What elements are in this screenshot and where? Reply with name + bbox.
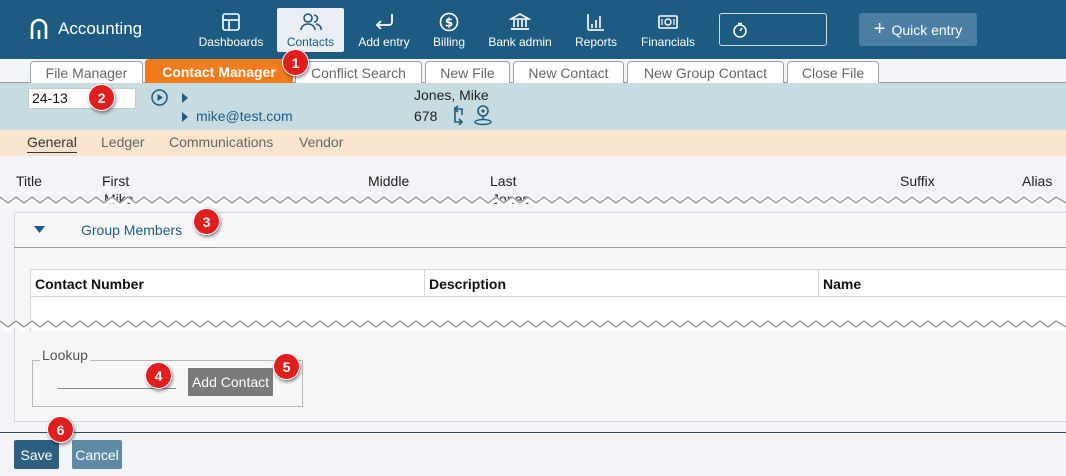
- break-line-bottom: [0, 319, 1066, 333]
- plus-icon: +: [873, 17, 886, 40]
- stopwatch-icon: [733, 22, 747, 38]
- email-arrow-icon[interactable]: [182, 112, 188, 122]
- top-nav-bar: Accounting Dashboards Contacts Add entry…: [0, 0, 1066, 59]
- nav-dashboards[interactable]: Dashboards: [196, 8, 266, 52]
- file-number-input[interactable]: 24-13: [28, 88, 136, 109]
- callout-badge: 2: [88, 84, 115, 111]
- app-logo-icon: [30, 18, 48, 39]
- nav-financials[interactable]: Financials: [638, 8, 698, 52]
- alias-label: Alias: [1022, 173, 1053, 189]
- nav-billing[interactable]: $ Billing: [428, 8, 470, 52]
- nav-contacts[interactable]: Contacts: [277, 8, 344, 52]
- tab-new-contact[interactable]: New Contact: [513, 61, 624, 83]
- contact-number: 678: [414, 108, 438, 124]
- bank-icon: [509, 11, 531, 33]
- play-icon[interactable]: [151, 89, 168, 106]
- contacts-icon: [299, 11, 322, 33]
- cancel-button[interactable]: Cancel: [72, 440, 122, 469]
- group-members-label[interactable]: Group Members: [81, 222, 182, 238]
- dollar-icon: $: [439, 11, 459, 33]
- callout-badge: 5: [273, 353, 300, 380]
- money-icon: [657, 11, 679, 33]
- collapse-caret-icon[interactable]: [34, 226, 45, 233]
- nav-bank-admin[interactable]: Bank admin: [485, 8, 555, 52]
- expand-arrow-icon[interactable]: [182, 93, 188, 103]
- subtab-communications[interactable]: Communications: [169, 134, 273, 152]
- subtab-ledger[interactable]: Ledger: [101, 134, 145, 152]
- footer-divider: [0, 432, 1066, 433]
- nav-add-entry-label: Add entry: [358, 35, 410, 49]
- group-members-grid-header: Contact Number Description Name: [30, 269, 1066, 297]
- nav-contacts-label: Contacts: [286, 35, 335, 49]
- subtab-vendor[interactable]: Vendor: [299, 134, 343, 152]
- callout-badge: 3: [193, 208, 220, 235]
- svg-text:$: $: [445, 16, 453, 30]
- timer-button[interactable]: [719, 13, 827, 46]
- tab-new-group-contact[interactable]: New Group Contact: [627, 61, 784, 83]
- nav-reports-label: Reports: [574, 35, 618, 49]
- subtab-general[interactable]: General: [27, 134, 77, 153]
- suffix-label: Suffix: [900, 173, 935, 189]
- nav-dashboards-label: Dashboards: [198, 35, 264, 49]
- callout-badge: 1: [282, 49, 309, 76]
- col-name[interactable]: Name: [819, 270, 1066, 297]
- panel-divider: [14, 247, 1066, 248]
- app-brand[interactable]: Accounting: [30, 18, 142, 40]
- tab-close-file[interactable]: Close File: [787, 61, 879, 83]
- tab-conflict-search[interactable]: Conflict Search: [295, 61, 422, 83]
- dashboard-icon: [221, 11, 241, 33]
- bar-chart-icon: [586, 11, 606, 33]
- first-label: First: [102, 173, 130, 189]
- contact-email[interactable]: mike@test.com: [196, 108, 293, 124]
- nav-reports[interactable]: Reports: [571, 8, 621, 52]
- break-line-top: [0, 195, 1066, 209]
- contact-header: 24-13 mike@test.com Jones, Mike 678: [0, 83, 1066, 130]
- add-contact-button[interactable]: Add Contact: [188, 368, 273, 396]
- nav-add-entry[interactable]: Add entry: [354, 8, 414, 52]
- callout-badge: 4: [145, 362, 172, 389]
- tab-new-file[interactable]: New File: [425, 61, 510, 83]
- col-description[interactable]: Description: [425, 270, 819, 297]
- tab-file-manager[interactable]: File Manager: [30, 61, 143, 83]
- file-tabs: File Manager Contact Manager Conflict Se…: [0, 59, 1066, 83]
- nav-bank-admin-label: Bank admin: [488, 35, 552, 49]
- quick-entry-button[interactable]: + Quick entry: [859, 13, 977, 46]
- save-button[interactable]: Save: [14, 440, 59, 469]
- contact-subtabs: General Ledger Communications Vendor: [0, 130, 1066, 156]
- map-pin-icon[interactable]: [473, 104, 493, 126]
- contact-name: Jones, Mike: [414, 87, 489, 103]
- return-arrow-icon: [373, 11, 395, 33]
- middle-label: Middle: [368, 173, 410, 189]
- last-label: Last: [490, 173, 517, 189]
- title-label: Title: [16, 173, 42, 189]
- col-contact-number[interactable]: Contact Number: [31, 270, 425, 297]
- nav-billing-label: Billing: [432, 35, 465, 49]
- tab-contact-manager[interactable]: Contact Manager: [145, 59, 293, 83]
- lookup-legend: Lookup: [40, 347, 90, 363]
- callout-badge: 6: [47, 416, 74, 443]
- nav-financials-label: Financials: [640, 35, 696, 49]
- app-title: Accounting: [58, 19, 143, 38]
- quick-entry-label: Quick entry: [891, 21, 963, 38]
- transfer-icon[interactable]: [450, 105, 468, 125]
